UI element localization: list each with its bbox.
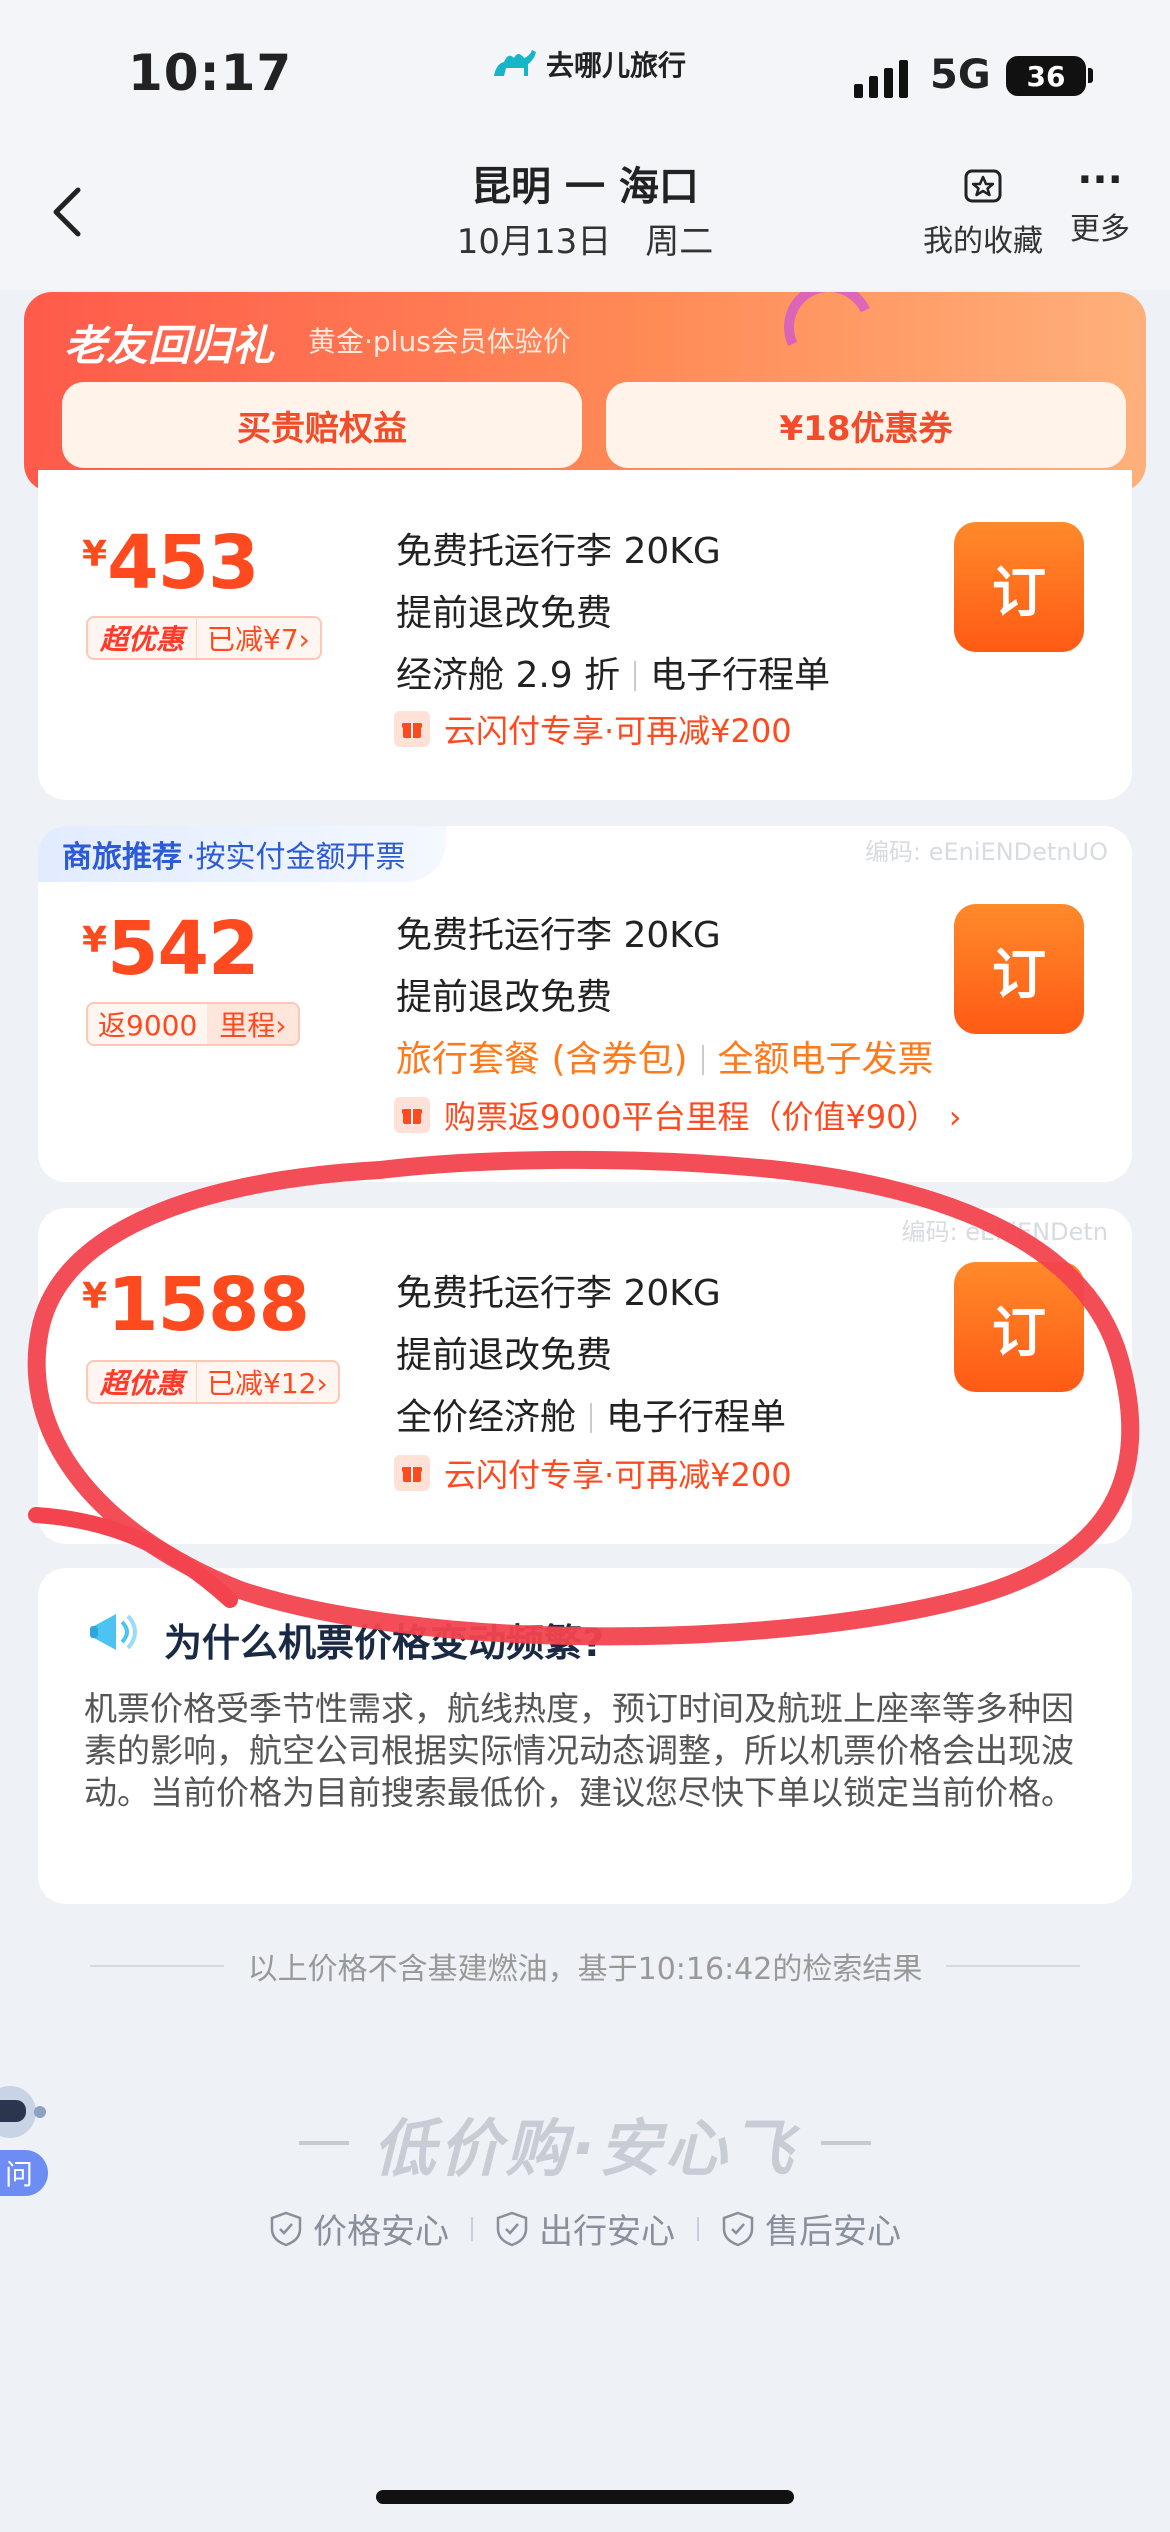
camel-logo-icon xyxy=(494,50,536,76)
promo-title: 老友回归礼 xyxy=(64,321,275,370)
network-type: 5G xyxy=(930,52,991,98)
info-title: 为什么机票价格变动频繁? xyxy=(164,1621,605,1665)
favorites-label: 我的收藏 xyxy=(923,224,1043,259)
assistant-bubble[interactable]: 问 xyxy=(0,2078,50,2238)
offer-text: 购票返9000平台里程（价值¥90） › xyxy=(444,1098,962,1136)
price: ¥542 xyxy=(82,906,260,992)
payment-offer: 云闪付专享·可再减¥200 xyxy=(394,706,792,752)
badge-value: 已减¥12› xyxy=(196,1362,338,1402)
more-dots-icon: ··· xyxy=(1077,157,1123,203)
battery-icon: 36 xyxy=(1006,56,1086,96)
price: ¥453 xyxy=(82,520,260,606)
flight-option-card[interactable]: ¥453 超优惠 已减¥7› 免费托运行李 20KG 提前退改免费 经济舱 2.… xyxy=(38,470,1132,800)
cabin-feature: 经济舱 2.9 折电子行程单 xyxy=(396,646,830,698)
slogan: 低价购·安心飞 xyxy=(0,2098,1170,2188)
offer-text: 云闪付专享·可再减¥200 xyxy=(444,712,792,750)
itinerary-type: 电子行程单 xyxy=(650,655,831,696)
app-brand-name: 去哪儿旅行 xyxy=(546,49,687,82)
cabin-class: 全价经济舱 xyxy=(396,1397,577,1438)
package-feature: 旅行套餐 (含券包) 全额电子发票 xyxy=(396,1030,934,1082)
guarantee-list: 价格安心 出行安心 售后安心 xyxy=(0,2204,1170,2253)
payment-offer: 云闪付专享·可再减¥200 xyxy=(394,1450,792,1496)
promo-subtitle: 黄金·plus会员体验价 xyxy=(308,325,571,358)
signal-icon xyxy=(854,60,908,98)
price-guarantee-button[interactable]: 买贵赔权益 xyxy=(62,382,582,468)
badge-label: 超优惠 xyxy=(100,623,185,656)
price-info-card: 为什么机票价格变动频繁? 机票价格受季节性需求，航线热度，预订时间及航班上座率等… xyxy=(38,1568,1132,1904)
ribbon-decoration xyxy=(771,292,887,385)
app-brand: 去哪儿旅行 xyxy=(490,44,686,84)
home-indicator[interactable] xyxy=(376,2490,794,2504)
flight-option-card[interactable]: 编码: eEniENDetn ¥1588 超优惠 已减¥12› 免费托运行李 2… xyxy=(38,1208,1132,1544)
refund-feature: 提前退改免费 xyxy=(396,593,613,634)
baggage-feature: 免费托运行李 20KG xyxy=(396,531,721,572)
nav-bar: 昆明 一 海口 10月13日 周二 我的收藏 ··· 更多 xyxy=(0,140,1170,290)
discount-badge[interactable]: 超优惠 已减¥12› xyxy=(86,1360,340,1404)
shield-check-icon xyxy=(496,2211,528,2246)
footnote-text: 以上价格不含基建燃油，基于10:16:42的检索结果 xyxy=(247,1952,923,1987)
guarantee-item: 价格安心 xyxy=(269,2204,449,2253)
megaphone-icon xyxy=(90,1614,137,1650)
guarantee-item: 出行安心 xyxy=(495,2204,675,2253)
business-travel-tag: 商旅推荐 ·按实付金额开票 xyxy=(38,826,446,882)
refund-feature: 提前退改免费 xyxy=(396,977,613,1018)
gift-icon xyxy=(394,1097,430,1133)
badge-value: 里程› xyxy=(207,1004,299,1044)
price-footnote: 以上价格不含基建燃油，基于10:16:42的检索结果 xyxy=(0,1944,1170,1988)
assistant-label: 问 xyxy=(0,2150,48,2196)
status-bar: 10:17 去哪儿旅行 5G 36 xyxy=(0,0,1170,140)
cabin-class: 经济舱 2.9 折 xyxy=(396,655,621,696)
option-code: 编码: eEniENDetnUO xyxy=(865,838,1108,866)
guarantee-item: 售后安心 xyxy=(721,2204,901,2253)
package-type: 旅行套餐 (含券包) xyxy=(396,1039,688,1080)
shield-check-icon xyxy=(722,2211,754,2246)
info-body: 机票价格受季节性需求，航线热度，预订时间及航班上座率等多种因素的影响，航空公司根… xyxy=(84,1689,1074,1812)
shield-check-icon xyxy=(270,2211,302,2246)
cabin-feature: 全价经济舱 电子行程单 xyxy=(396,1388,786,1440)
badge-value: 已减¥7› xyxy=(196,618,320,658)
baggage-feature: 免费托运行李 20KG xyxy=(396,915,721,956)
book-button[interactable]: 订 xyxy=(954,904,1084,1034)
option-code: 编码: eEniENDetn xyxy=(901,1218,1108,1246)
refund-feature: 提前退改免费 xyxy=(396,1335,613,1376)
battery-tip xyxy=(1088,68,1093,83)
discount-badge[interactable]: 超优惠 已减¥7› xyxy=(86,616,322,660)
invoice-type: 全额电子发票 xyxy=(717,1039,934,1080)
book-button[interactable]: 订 xyxy=(954,522,1084,652)
mileage-badge[interactable]: 返9000 里程› xyxy=(86,1002,301,1046)
gift-icon xyxy=(394,711,430,747)
star-box-icon xyxy=(964,169,1002,203)
offer-text: 云闪付专享·可再减¥200 xyxy=(444,1456,792,1494)
itinerary-type: 电子行程单 xyxy=(606,1397,787,1438)
coupon-button[interactable]: ¥18优惠券 xyxy=(606,382,1126,468)
book-button[interactable]: 订 xyxy=(954,1262,1084,1392)
price: ¥1588 xyxy=(82,1262,310,1348)
slogan-text: 低价购·安心飞 xyxy=(373,2112,797,2185)
badge-label: 超优惠 xyxy=(100,1367,185,1400)
mileage-offer[interactable]: 购票返9000平台里程（价值¥90） › xyxy=(394,1092,962,1138)
favorites-button[interactable]: 我的收藏 xyxy=(918,162,1048,260)
flight-option-card[interactable]: 商旅推荐 ·按实付金额开票 编码: eEniENDetnUO ¥542 返9000… xyxy=(38,826,1132,1182)
more-button[interactable]: ··· 更多 xyxy=(1060,157,1140,248)
badge-label: 返9000 xyxy=(98,1009,198,1042)
promo-banner[interactable]: 老友回归礼 黄金·plus会员体验价 买贵赔权益 ¥18优惠券 xyxy=(24,292,1146,492)
gift-icon xyxy=(394,1455,430,1491)
more-label: 更多 xyxy=(1070,212,1130,247)
status-time: 10:17 xyxy=(128,44,293,102)
baggage-feature: 免费托运行李 20KG xyxy=(396,1273,721,1314)
